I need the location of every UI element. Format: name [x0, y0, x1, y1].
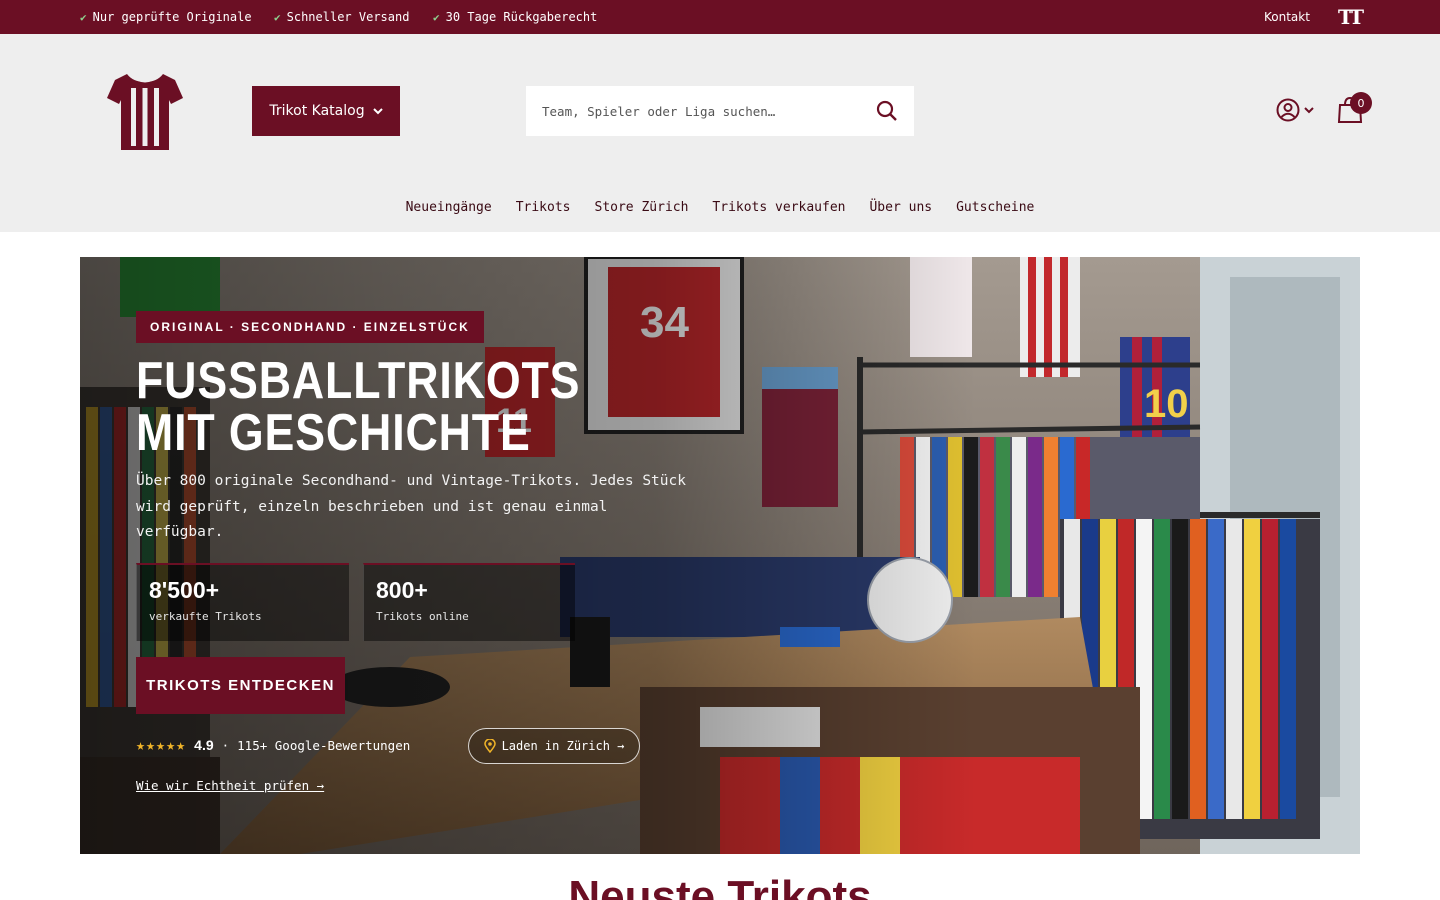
- main-navigation: Neueingänge Trikots Store Zürich Trikots…: [0, 200, 1440, 215]
- stat-card: 8'500+ verkaufte Trikots: [136, 563, 349, 641]
- hero-banner: 34 11 10: [80, 257, 1360, 854]
- store-zurich-link[interactable]: Laden in Zürich →: [468, 728, 640, 764]
- stat-label: verkaufte Trikots: [149, 610, 262, 623]
- jersey-logo-icon[interactable]: [105, 72, 185, 152]
- site-header: Trikot Katalog 0 Neueingänge Trikots Sto…: [0, 34, 1440, 232]
- stat-card: 800+ Trikots online: [363, 563, 575, 641]
- hero-title-line: MIT GESCHICHTE: [136, 404, 531, 462]
- hero-overlay: [80, 257, 1360, 854]
- nav-item-trikots-verkaufen[interactable]: Trikots verkaufen: [712, 200, 845, 215]
- store-link-label: Laden in Zürich →: [501, 739, 625, 753]
- nav-item-neueingaenge[interactable]: Neueingänge: [406, 200, 492, 215]
- star-rating-icon: ★★★★★: [136, 736, 187, 754]
- hero-title: FUSSBALLTRIKOTS MIT GESCHICHTE: [136, 355, 618, 459]
- rating-count: 115+ Google-Bewertungen: [237, 737, 411, 753]
- check-icon: ✔: [274, 10, 281, 24]
- hero-title-line: FUSSBALLTRIKOTS: [136, 352, 581, 410]
- stat-label: Trikots online: [376, 610, 469, 623]
- rating-separator: ·: [221, 737, 230, 753]
- location-pin-icon: [483, 739, 496, 753]
- chevron-down-icon: [372, 108, 383, 115]
- search-icon[interactable]: [860, 86, 914, 136]
- search-bar: [526, 86, 914, 136]
- section-heading: Neuste Trikots: [568, 872, 872, 900]
- stat-value: 800+: [376, 577, 428, 603]
- account-menu[interactable]: [1276, 98, 1314, 122]
- usp-item: ✔ Nur geprüfte Originale: [80, 10, 252, 24]
- usp-label: Nur geprüfte Originale: [92, 10, 252, 24]
- stat-value: 8'500+: [149, 577, 220, 603]
- cart-count-badge: 0: [1350, 92, 1372, 114]
- usp-label: 30 Tage Rückgaberecht: [445, 10, 598, 24]
- text-size-icon[interactable]: TT: [1338, 5, 1364, 29]
- contact-link[interactable]: Kontakt: [1264, 10, 1310, 24]
- rating-score: 4.9: [194, 737, 214, 753]
- search-input[interactable]: [526, 86, 860, 136]
- authenticity-link[interactable]: Wie wir Echtheit prüfen →: [136, 778, 324, 793]
- user-icon: [1276, 98, 1300, 122]
- catalog-dropdown-button[interactable]: Trikot Katalog: [252, 86, 400, 136]
- nav-item-ueber-uns[interactable]: Über uns: [869, 200, 932, 215]
- check-icon: ✔: [80, 10, 87, 24]
- catalog-button-label: Trikot Katalog: [269, 103, 365, 119]
- google-rating: ★★★★★ 4.9 · 115+ Google-Bewertungen: [136, 736, 410, 754]
- usp-label: Schneller Versand: [286, 10, 410, 24]
- top-announcement-bar: ✔ Nur geprüfte Originale ✔ Schneller Ver…: [0, 0, 1440, 34]
- usp-item: ✔ 30 Tage Rückgaberecht: [433, 10, 597, 24]
- nav-item-gutscheine[interactable]: Gutscheine: [956, 200, 1034, 215]
- usp-item: ✔ Schneller Versand: [274, 10, 409, 24]
- nav-item-trikots[interactable]: Trikots: [516, 200, 571, 215]
- hero-tagline: ORIGINAL · SECONDHAND · EINZELSTÜCK: [136, 311, 484, 343]
- chevron-down-icon: [1304, 107, 1314, 114]
- check-icon: ✔: [433, 10, 440, 24]
- discover-jerseys-button[interactable]: TRIKOTS ENTDECKEN: [136, 657, 345, 714]
- hero-description: Über 800 originale Secondhand- und Vinta…: [136, 473, 686, 540]
- nav-item-store-zuerich[interactable]: Store Zürich: [595, 200, 689, 215]
